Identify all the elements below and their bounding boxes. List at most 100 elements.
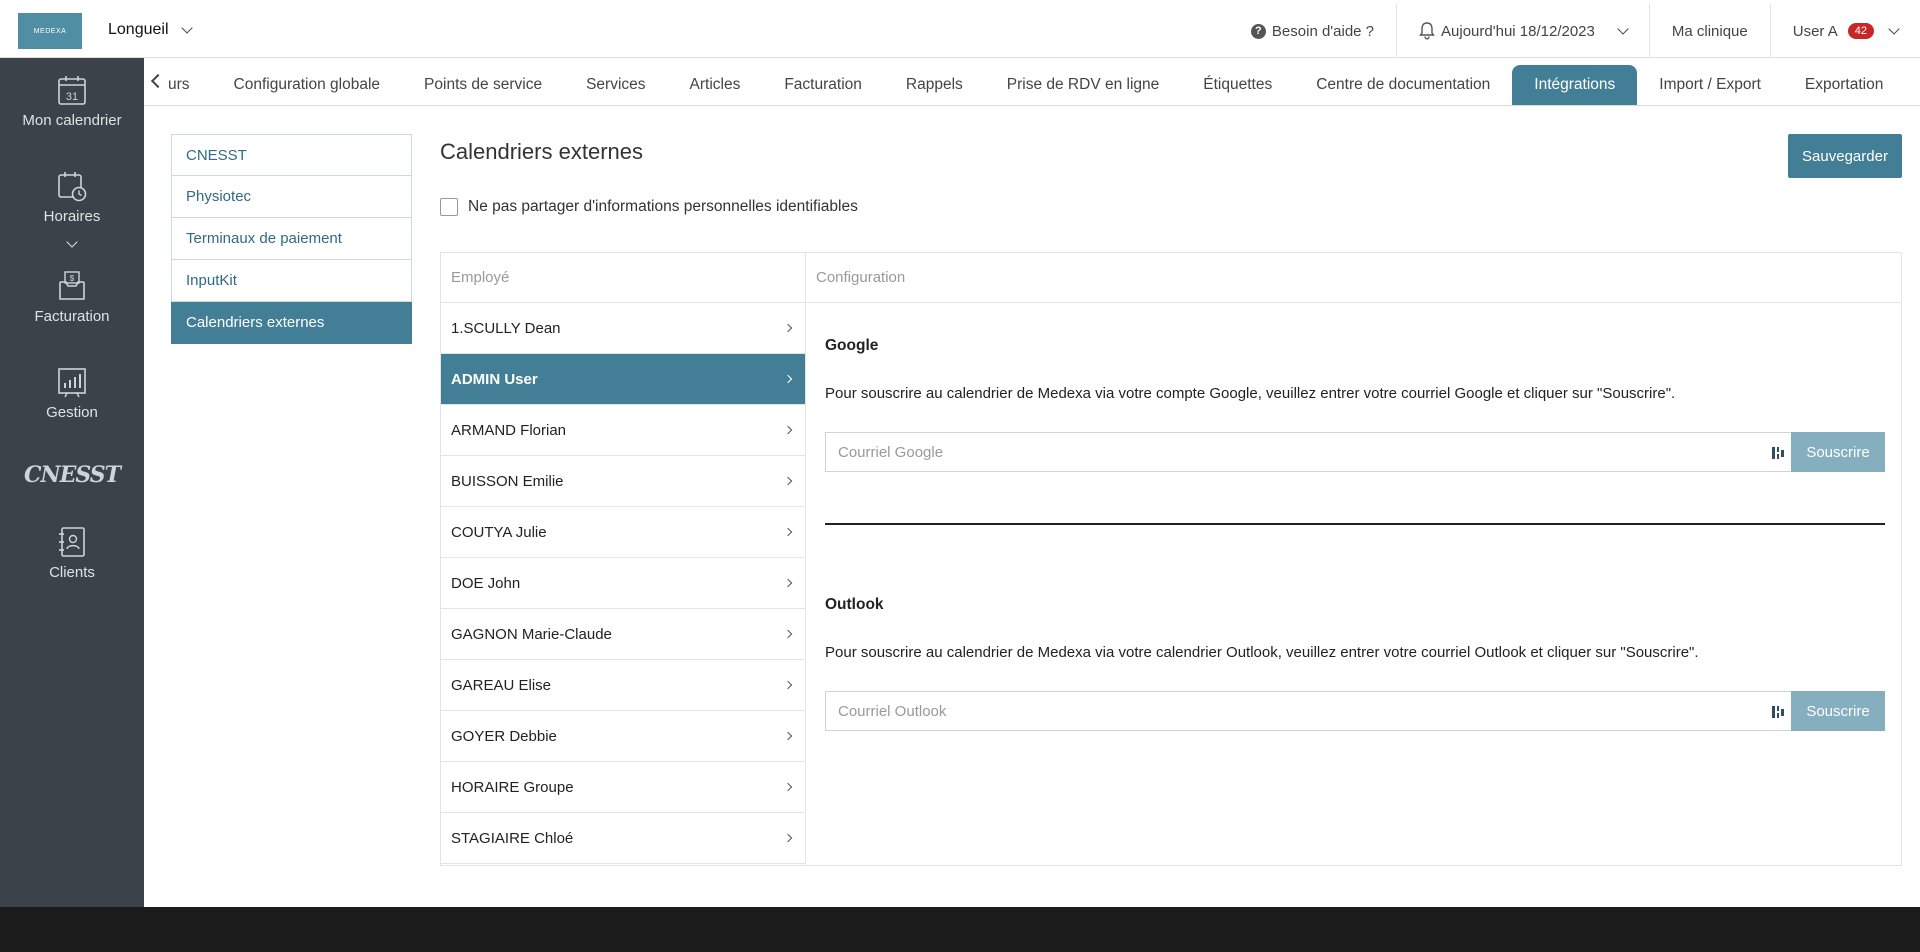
employee-row[interactable]: DOE John <box>441 558 805 609</box>
tab-online-booking[interactable]: Prise de RDV en ligne <box>985 65 1182 105</box>
password-manager-icon[interactable] <box>1771 704 1785 720</box>
app-window: MEDEXA Longueil ? Besoin d'aide ? Aujour… <box>0 0 1920 907</box>
medexa-logo[interactable]: MEDEXA <box>18 13 82 49</box>
submenu-item-physiotec[interactable]: Physiotec <box>171 176 412 218</box>
outlook-email-wrapper <box>825 691 1791 731</box>
employee-name: ADMIN User <box>451 370 538 388</box>
calendar-day-number: 31 <box>66 91 78 103</box>
sidebar-item-management[interactable]: Gestion <box>0 366 144 421</box>
chevron-down-icon[interactable] <box>66 236 78 248</box>
chevron-right-icon <box>783 425 793 435</box>
submenu-item-cnesst[interactable]: CNESST <box>171 134 412 176</box>
chevron-down-icon <box>180 22 193 34</box>
chart-icon <box>58 368 86 398</box>
sidebar: 31 Mon calendrier Horaires $ Facturation… <box>0 58 144 907</box>
privacy-checkbox[interactable] <box>440 198 458 216</box>
employee-list: Employé 1.SCULLY Dean ADMIN User ARMAND … <box>441 253 806 865</box>
employee-row[interactable]: GAREAU Elise <box>441 660 805 711</box>
employee-row[interactable]: 1.SCULLY Dean <box>441 303 805 354</box>
date-selector[interactable]: Aujourd'hui 18/12/2023 <box>1396 4 1649 58</box>
help-label: Besoin d'aide ? <box>1271 22 1375 40</box>
privacy-option: Ne pas partager d'informations personnel… <box>440 198 858 216</box>
user-menu[interactable]: User A 42 <box>1769 4 1920 58</box>
configuration-panel: Configuration Google Pour souscrire au c… <box>807 253 1901 865</box>
employee-name: STAGIAIRE Chloé <box>451 829 574 847</box>
employee-row[interactable]: ARMAND Florian <box>441 405 805 456</box>
billing-icon: $ <box>59 271 85 300</box>
chevron-down-icon <box>1888 23 1900 35</box>
bottom-taskbar <box>0 907 1920 952</box>
employee-row[interactable]: GAGNON Marie-Claude <box>441 609 805 660</box>
calendar-panel: Employé 1.SCULLY Dean ADMIN User ARMAND … <box>440 252 1902 866</box>
submenu-item-payment-terminals[interactable]: Terminaux de paiement <box>171 218 412 260</box>
tabs-scroll-left[interactable] <box>144 57 166 105</box>
integrations-submenu: CNESST Physiotec Terminaux de paiement I… <box>171 134 412 344</box>
google-subscribe-button[interactable]: Souscrire <box>1791 432 1885 472</box>
date-label: Aujourd'hui 18/12/2023 <box>1441 22 1595 40</box>
google-subscribe-group: Souscrire <box>825 432 1885 472</box>
google-email-wrapper <box>825 432 1791 472</box>
chevron-left-icon <box>150 73 166 89</box>
clinic-label: Ma clinique <box>1671 22 1748 40</box>
employee-row[interactable]: STAGIAIRE Chloé <box>441 813 805 864</box>
my-clinic-link[interactable]: Ma clinique <box>1648 4 1770 58</box>
sidebar-item-label: Gestion <box>46 404 98 421</box>
chevron-right-icon <box>783 374 793 384</box>
tab-documentation-center[interactable]: Centre de documentation <box>1294 65 1512 105</box>
help-link[interactable]: ? Besoin d'aide ? <box>1229 4 1396 58</box>
tab-service-points[interactable]: Points de service <box>402 65 564 105</box>
chevron-right-icon <box>783 476 793 486</box>
privacy-checkbox-label: Ne pas partager d'informations personnel… <box>468 198 858 215</box>
submenu-item-inputkit[interactable]: InputKit <box>171 260 412 302</box>
sidebar-item-calendar[interactable]: 31 Mon calendrier <box>0 74 144 129</box>
employee-row[interactable]: BUISSON Emilie <box>441 456 805 507</box>
tab-articles[interactable]: Articles <box>668 65 763 105</box>
employee-row[interactable]: GOYER Debbie <box>441 711 805 762</box>
tab-labels[interactable]: Étiquettes <box>1181 65 1294 105</box>
save-button[interactable]: Sauvegarder <box>1788 134 1902 178</box>
calendar-icon: 31 <box>58 76 86 105</box>
chevron-right-icon <box>783 629 793 639</box>
employee-row[interactable]: ADMIN User <box>441 354 805 405</box>
contacts-icon <box>59 527 85 557</box>
tab-global-config[interactable]: Configuration globale <box>212 65 403 105</box>
submenu-item-external-calendars[interactable]: Calendriers externes <box>171 302 412 344</box>
sidebar-item-cnesst[interactable]: CNESST <box>0 462 144 488</box>
tab-services[interactable]: Services <box>564 65 667 105</box>
employee-name: ARMAND Florian <box>451 421 567 439</box>
svg-text:$: $ <box>70 274 75 283</box>
tab-exportation[interactable]: Exportation <box>1783 65 1905 105</box>
employee-name: GOYER Debbie <box>451 727 557 745</box>
tab-reminders[interactable]: Rappels <box>884 65 985 105</box>
logo-text: MEDEXA <box>33 27 67 35</box>
chevron-right-icon <box>783 323 793 333</box>
cnesst-logo: CNESST <box>23 462 121 488</box>
tab-billing[interactable]: Facturation <box>762 65 884 105</box>
chevron-right-icon <box>783 680 793 690</box>
top-right-menu: ? Besoin d'aide ? Aujourd'hui 18/12/2023… <box>1229 4 1920 58</box>
password-manager-icon[interactable] <box>1771 445 1785 461</box>
outlook-subscribe-button[interactable]: Souscrire <box>1791 691 1885 731</box>
bell-icon <box>1419 22 1435 40</box>
notification-badge: 42 <box>1847 23 1874 39</box>
chevron-right-icon <box>783 578 793 588</box>
sidebar-item-schedules[interactable]: Horaires <box>0 170 144 250</box>
sidebar-item-billing[interactable]: $ Facturation <box>0 270 144 325</box>
outlook-email-input[interactable] <box>838 702 1779 720</box>
google-email-input[interactable] <box>838 443 1779 461</box>
employee-row[interactable]: HORAIRE Groupe <box>441 762 805 813</box>
sidebar-item-clients[interactable]: Clients <box>0 526 144 581</box>
tab-partial[interactable]: urs <box>166 65 212 105</box>
employee-row[interactable]: COUTYA Julie <box>441 507 805 558</box>
location-selector[interactable]: Longueil <box>108 21 193 39</box>
outlook-description: Pour souscrire au calendrier de Medexa v… <box>825 644 1699 661</box>
chevron-down-icon <box>1617 23 1629 35</box>
configuration-column-header: Configuration <box>807 253 1901 303</box>
sidebar-item-label: Clients <box>49 564 95 581</box>
tab-integrations[interactable]: Intégrations <box>1512 65 1638 105</box>
google-section-title: Google <box>825 337 879 354</box>
chevron-right-icon <box>783 731 793 741</box>
question-icon: ? <box>1250 23 1266 39</box>
tab-import-export[interactable]: Import / Export <box>1637 65 1783 105</box>
sidebar-item-label: Mon calendrier <box>22 112 122 129</box>
